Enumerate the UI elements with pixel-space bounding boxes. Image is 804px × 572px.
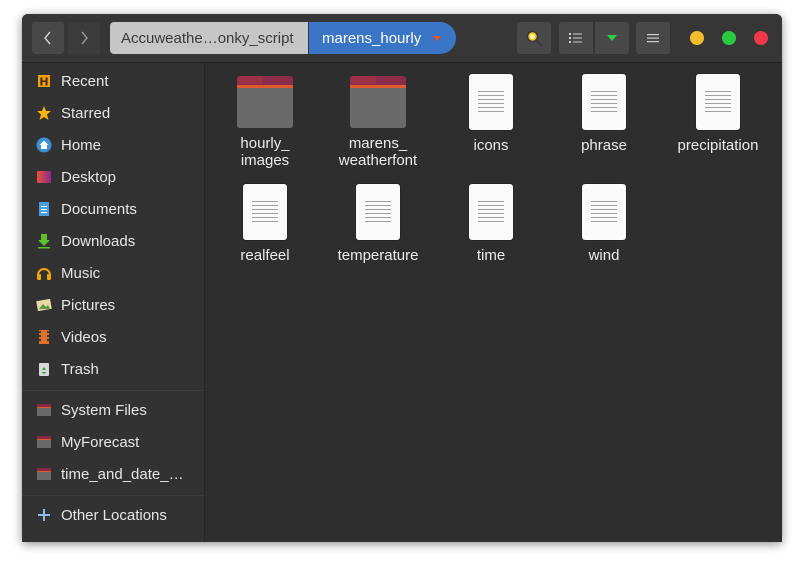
downloads-icon xyxy=(36,233,52,249)
file-name: wind xyxy=(588,247,620,264)
text-file-icon xyxy=(356,184,400,240)
file-item[interactable]: time xyxy=(436,184,546,264)
forward-button[interactable] xyxy=(68,22,100,54)
file-item[interactable]: temperature xyxy=(323,184,433,264)
sidebar-item-label: Pictures xyxy=(61,296,116,314)
sidebar-item-other-locations[interactable]: Other Locations xyxy=(22,501,204,529)
folder-item[interactable]: hourly_ images xyxy=(210,76,320,169)
sidebar-item-downloads[interactable]: Downloads xyxy=(22,227,204,255)
sidebar-item-documents[interactable]: Documents xyxy=(22,195,204,223)
music-icon xyxy=(36,265,52,281)
file-name: icons xyxy=(473,137,509,154)
sidebar-item-label: Desktop xyxy=(61,168,117,186)
drive-icon xyxy=(36,434,52,450)
breadcrumb-current-label: marens_hourly xyxy=(322,29,422,47)
sidebar-item-myforecast[interactable]: MyForecast xyxy=(22,428,204,456)
trash-icon xyxy=(36,361,52,377)
videos-icon xyxy=(36,329,52,345)
file-item[interactable]: wind xyxy=(549,184,659,264)
home-icon xyxy=(36,137,52,153)
file-grid: hourly_ images marens_ weatherfont icons p… xyxy=(205,63,782,542)
sidebar-item-music[interactable]: Music xyxy=(22,259,204,287)
sidebar-item-recent[interactable]: H Recent xyxy=(22,67,204,95)
text-file-icon xyxy=(469,74,513,130)
folder-item[interactable]: marens_ weatherfont xyxy=(323,76,433,169)
sidebar-item-label: Trash xyxy=(61,360,99,378)
breadcrumb-parent[interactable]: Accuweathe…onky_script xyxy=(110,22,308,54)
sidebar-item-label: Recent xyxy=(61,72,109,90)
documents-icon xyxy=(36,201,52,217)
file-manager-window: Accuweathe…onky_script marens_hourly H R… xyxy=(22,14,782,542)
sidebar-item-home[interactable]: Home xyxy=(22,131,204,159)
sidebar-item-label: time_and_date_… xyxy=(61,465,184,483)
recent-icon: H xyxy=(36,73,52,89)
sidebar-item-label: System Files xyxy=(61,401,147,419)
file-name: phrase xyxy=(581,137,627,154)
sidebar-separator xyxy=(22,495,204,496)
hamburger-menu-icon xyxy=(647,34,659,43)
sidebar-item-label: Music xyxy=(61,264,101,282)
drive-icon xyxy=(36,402,52,418)
search-icon xyxy=(526,30,543,47)
close-button[interactable] xyxy=(754,31,768,45)
file-item[interactable]: icons xyxy=(436,74,546,154)
file-item[interactable]: realfeel xyxy=(210,184,320,264)
back-button[interactable] xyxy=(32,22,64,54)
minimize-button[interactable] xyxy=(690,31,704,45)
file-name: time xyxy=(476,247,506,264)
sidebar-item-trash[interactable]: Trash xyxy=(22,355,204,383)
file-item[interactable]: precipitation xyxy=(663,74,773,154)
search-button[interactable] xyxy=(517,22,551,54)
file-name: hourly_ images xyxy=(240,135,290,169)
file-name: realfeel xyxy=(240,247,290,264)
view-options-button[interactable] xyxy=(595,22,629,54)
breadcrumb-parent-label: Accuweathe…onky_script xyxy=(121,29,294,47)
breadcrumb-current[interactable]: marens_hourly xyxy=(309,22,456,54)
sidebar-item-videos[interactable]: Videos xyxy=(22,323,204,351)
chevron-right-icon xyxy=(81,31,88,45)
pictures-icon xyxy=(36,297,52,313)
list-view-icon xyxy=(569,33,582,43)
file-name: precipitation xyxy=(677,137,759,154)
sidebar-item-label: Downloads xyxy=(61,232,136,250)
star-icon xyxy=(36,105,52,121)
maximize-button[interactable] xyxy=(722,31,736,45)
sidebar: H Recent Starred Home Desktop Documents … xyxy=(22,63,205,542)
sidebar-item-label: Videos xyxy=(61,328,107,346)
file-item[interactable]: phrase xyxy=(549,74,659,154)
text-file-icon xyxy=(582,184,626,240)
sidebar-item-label: Starred xyxy=(61,104,111,122)
drive-icon xyxy=(36,466,52,482)
sidebar-item-label: Home xyxy=(61,136,102,154)
sidebar-item-desktop[interactable]: Desktop xyxy=(22,163,204,191)
triangle-down-icon xyxy=(607,35,617,41)
sidebar-item-pictures[interactable]: Pictures xyxy=(22,291,204,319)
triangle-down-icon xyxy=(433,35,442,41)
text-file-icon xyxy=(582,74,626,130)
file-name: marens_ weatherfont xyxy=(338,135,418,169)
sidebar-item-system-files[interactable]: System Files xyxy=(22,396,204,424)
file-name: temperature xyxy=(337,247,419,264)
header-bar: Accuweathe…onky_script marens_hourly xyxy=(22,14,782,63)
plus-icon xyxy=(36,507,52,523)
sidebar-item-starred[interactable]: Starred xyxy=(22,99,204,127)
sidebar-separator xyxy=(22,390,204,391)
list-view-button[interactable] xyxy=(559,22,593,54)
sidebar-item-label: MyForecast xyxy=(61,433,140,451)
text-file-icon xyxy=(469,184,513,240)
text-file-icon xyxy=(243,184,287,240)
text-file-icon xyxy=(696,74,740,130)
folder-icon xyxy=(237,76,293,128)
svg-text:H: H xyxy=(39,76,48,89)
sidebar-item-time-and-date[interactable]: time_and_date_… xyxy=(22,460,204,488)
sidebar-item-label: Other Locations xyxy=(61,506,167,524)
folder-icon xyxy=(350,76,406,128)
chevron-left-icon xyxy=(44,31,51,45)
menu-button[interactable] xyxy=(636,22,670,54)
desktop-icon xyxy=(36,169,52,185)
sidebar-item-label: Documents xyxy=(61,200,137,218)
